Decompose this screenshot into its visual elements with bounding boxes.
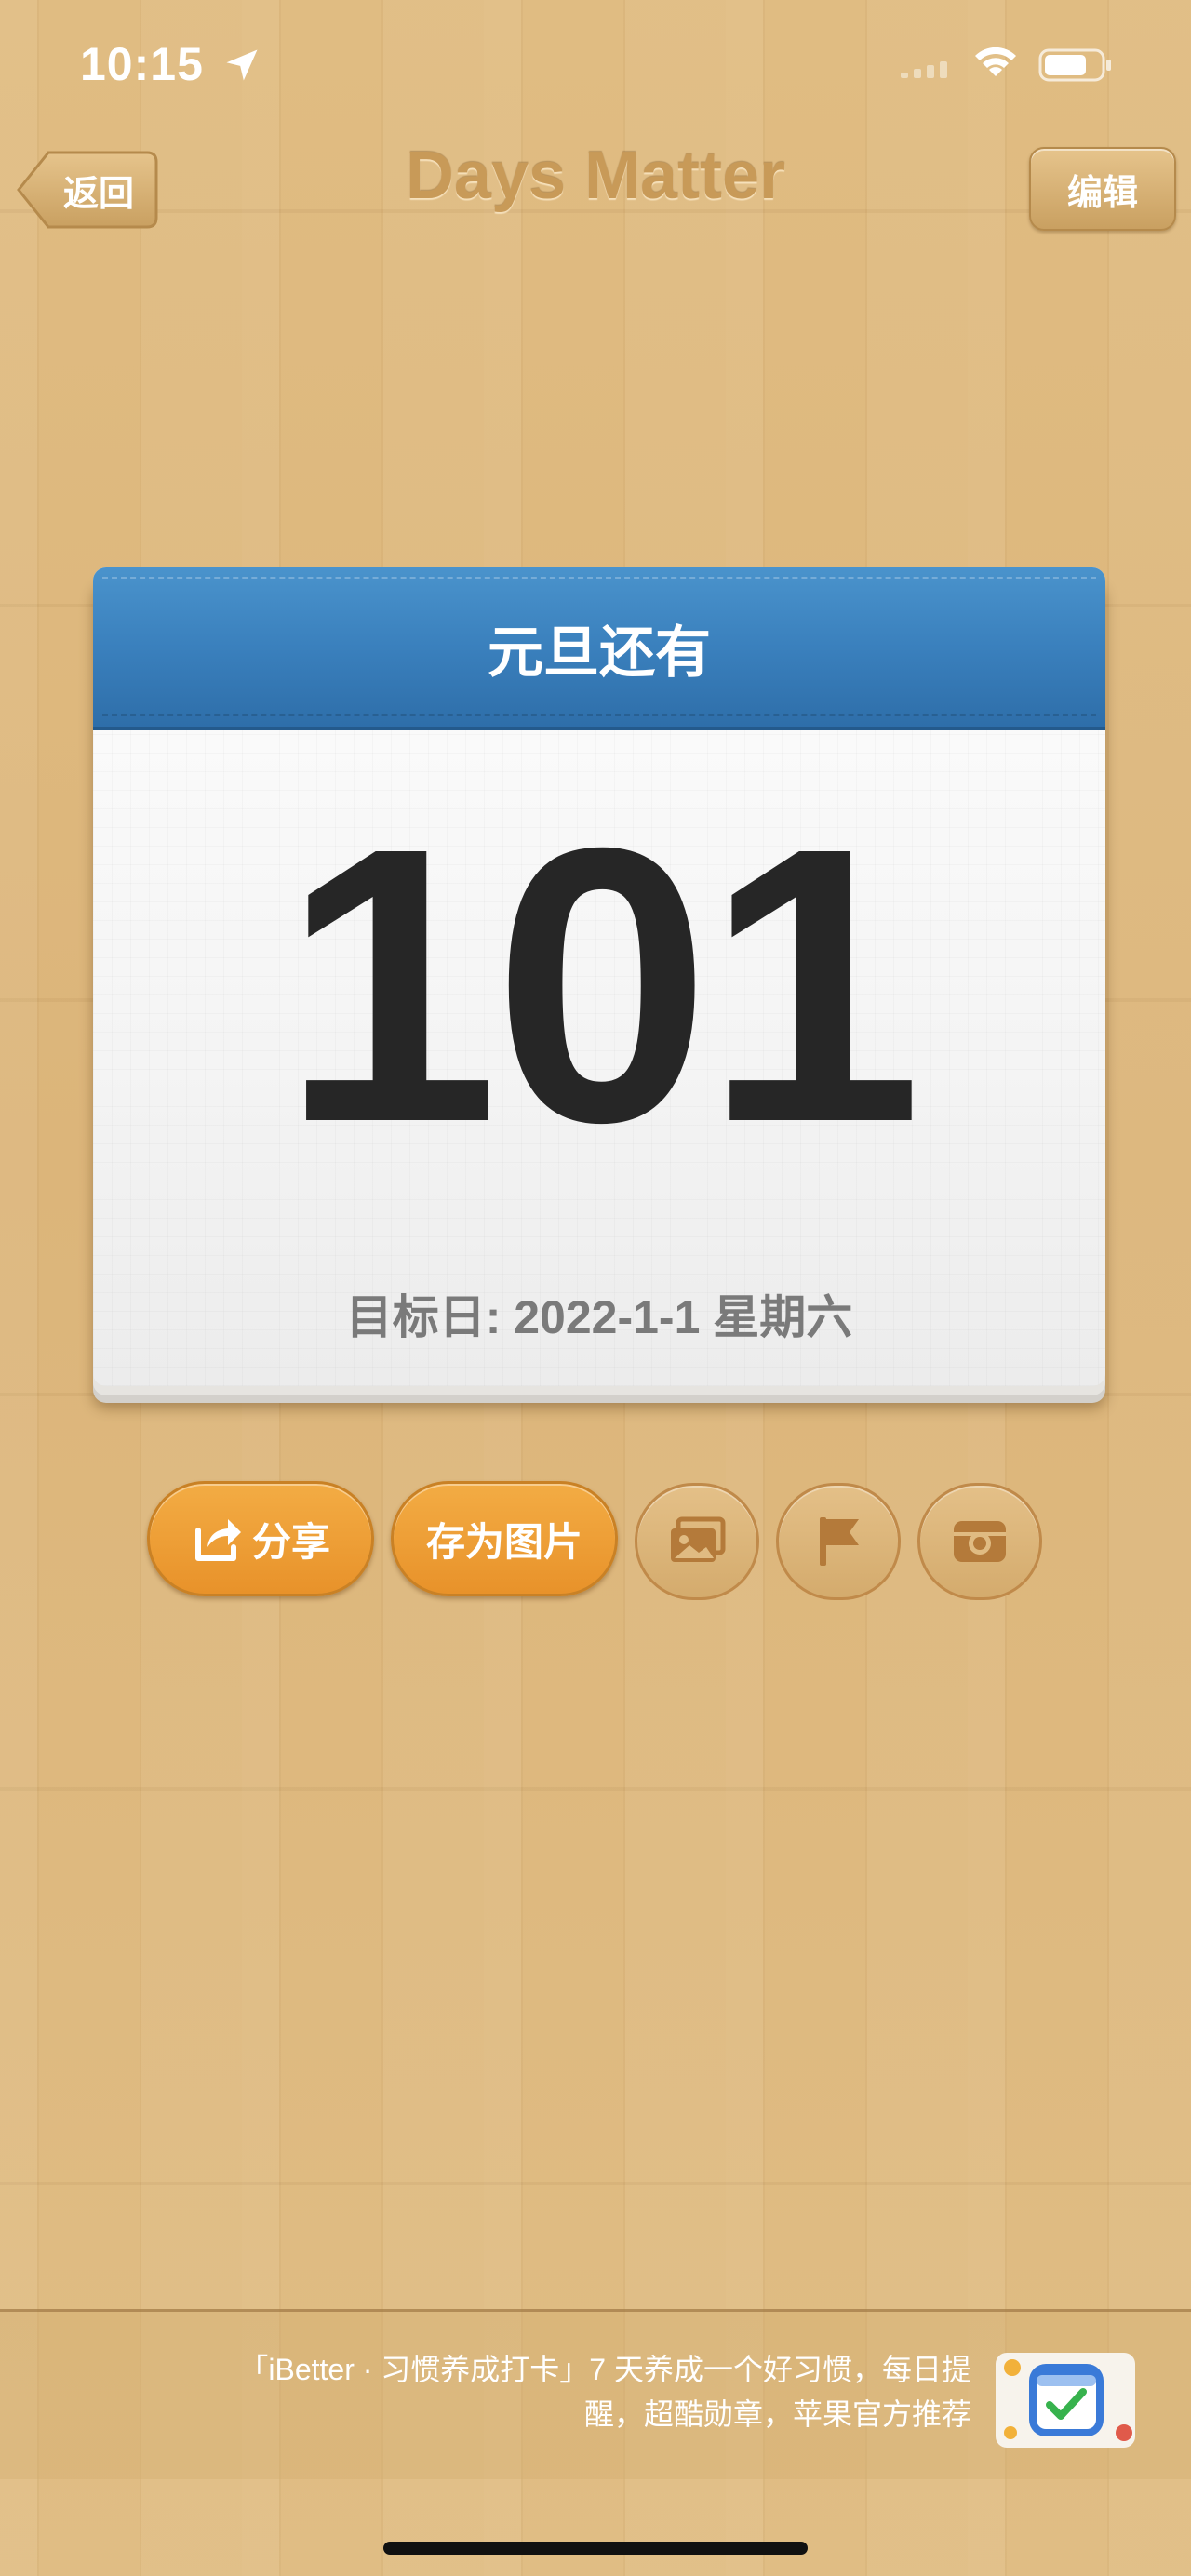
status-bar: 10:15 bbox=[0, 0, 1191, 130]
camera-button[interactable] bbox=[917, 1483, 1042, 1600]
flag-button[interactable] bbox=[776, 1483, 901, 1600]
save-image-button[interactable]: 存为图片 bbox=[391, 1481, 618, 1596]
share-button[interactable]: 分享 bbox=[147, 1481, 374, 1596]
target-date: 目标日: 2022-1-1 星期六 bbox=[345, 1291, 853, 1343]
share-icon bbox=[194, 1519, 241, 1561]
signal-icon bbox=[901, 61, 947, 78]
status-time: 10:15 bbox=[80, 38, 204, 90]
countdown-card: 元旦还有 101 目标日: 2022-1-1 星期六 bbox=[93, 567, 1105, 1386]
camera-icon bbox=[954, 1521, 1006, 1562]
flag-icon bbox=[820, 1517, 859, 1566]
edit-button[interactable]: 编辑 bbox=[1029, 147, 1176, 231]
ad-text-line: 醒，超酷勋章，苹果官方推荐 bbox=[583, 2397, 971, 2431]
share-button-label: 分享 bbox=[251, 1519, 330, 1564]
days-count: 101 bbox=[281, 767, 923, 1204]
ibetter-app-icon[interactable] bbox=[996, 2353, 1135, 2448]
ad-text: 「iBetter · 习惯养成打卡」7 天养成一个好习惯，每日提 醒，超酷勋章，… bbox=[134, 2347, 971, 2436]
ad-text-line: 「iBetter · 习惯养成打卡」7 天养成一个好习惯，每日提 bbox=[238, 2353, 971, 2386]
home-indicator[interactable] bbox=[383, 2542, 808, 2555]
ad-banner[interactable]: 「iBetter · 习惯养成打卡」7 天养成一个好习惯，每日提 醒，超酷勋章，… bbox=[0, 2309, 1191, 2479]
save-image-button-label: 存为图片 bbox=[425, 1519, 582, 1564]
photo-button[interactable] bbox=[635, 1483, 759, 1600]
battery-icon bbox=[1038, 48, 1111, 82]
location-arrow-icon bbox=[226, 49, 258, 81]
app-title: Days Matter bbox=[405, 139, 786, 213]
card-header: 元旦还有 bbox=[93, 567, 1105, 730]
wifi-icon bbox=[975, 47, 1016, 76]
calendar-check-icon bbox=[1004, 2359, 1132, 2441]
photo-icon bbox=[671, 1516, 726, 1562]
